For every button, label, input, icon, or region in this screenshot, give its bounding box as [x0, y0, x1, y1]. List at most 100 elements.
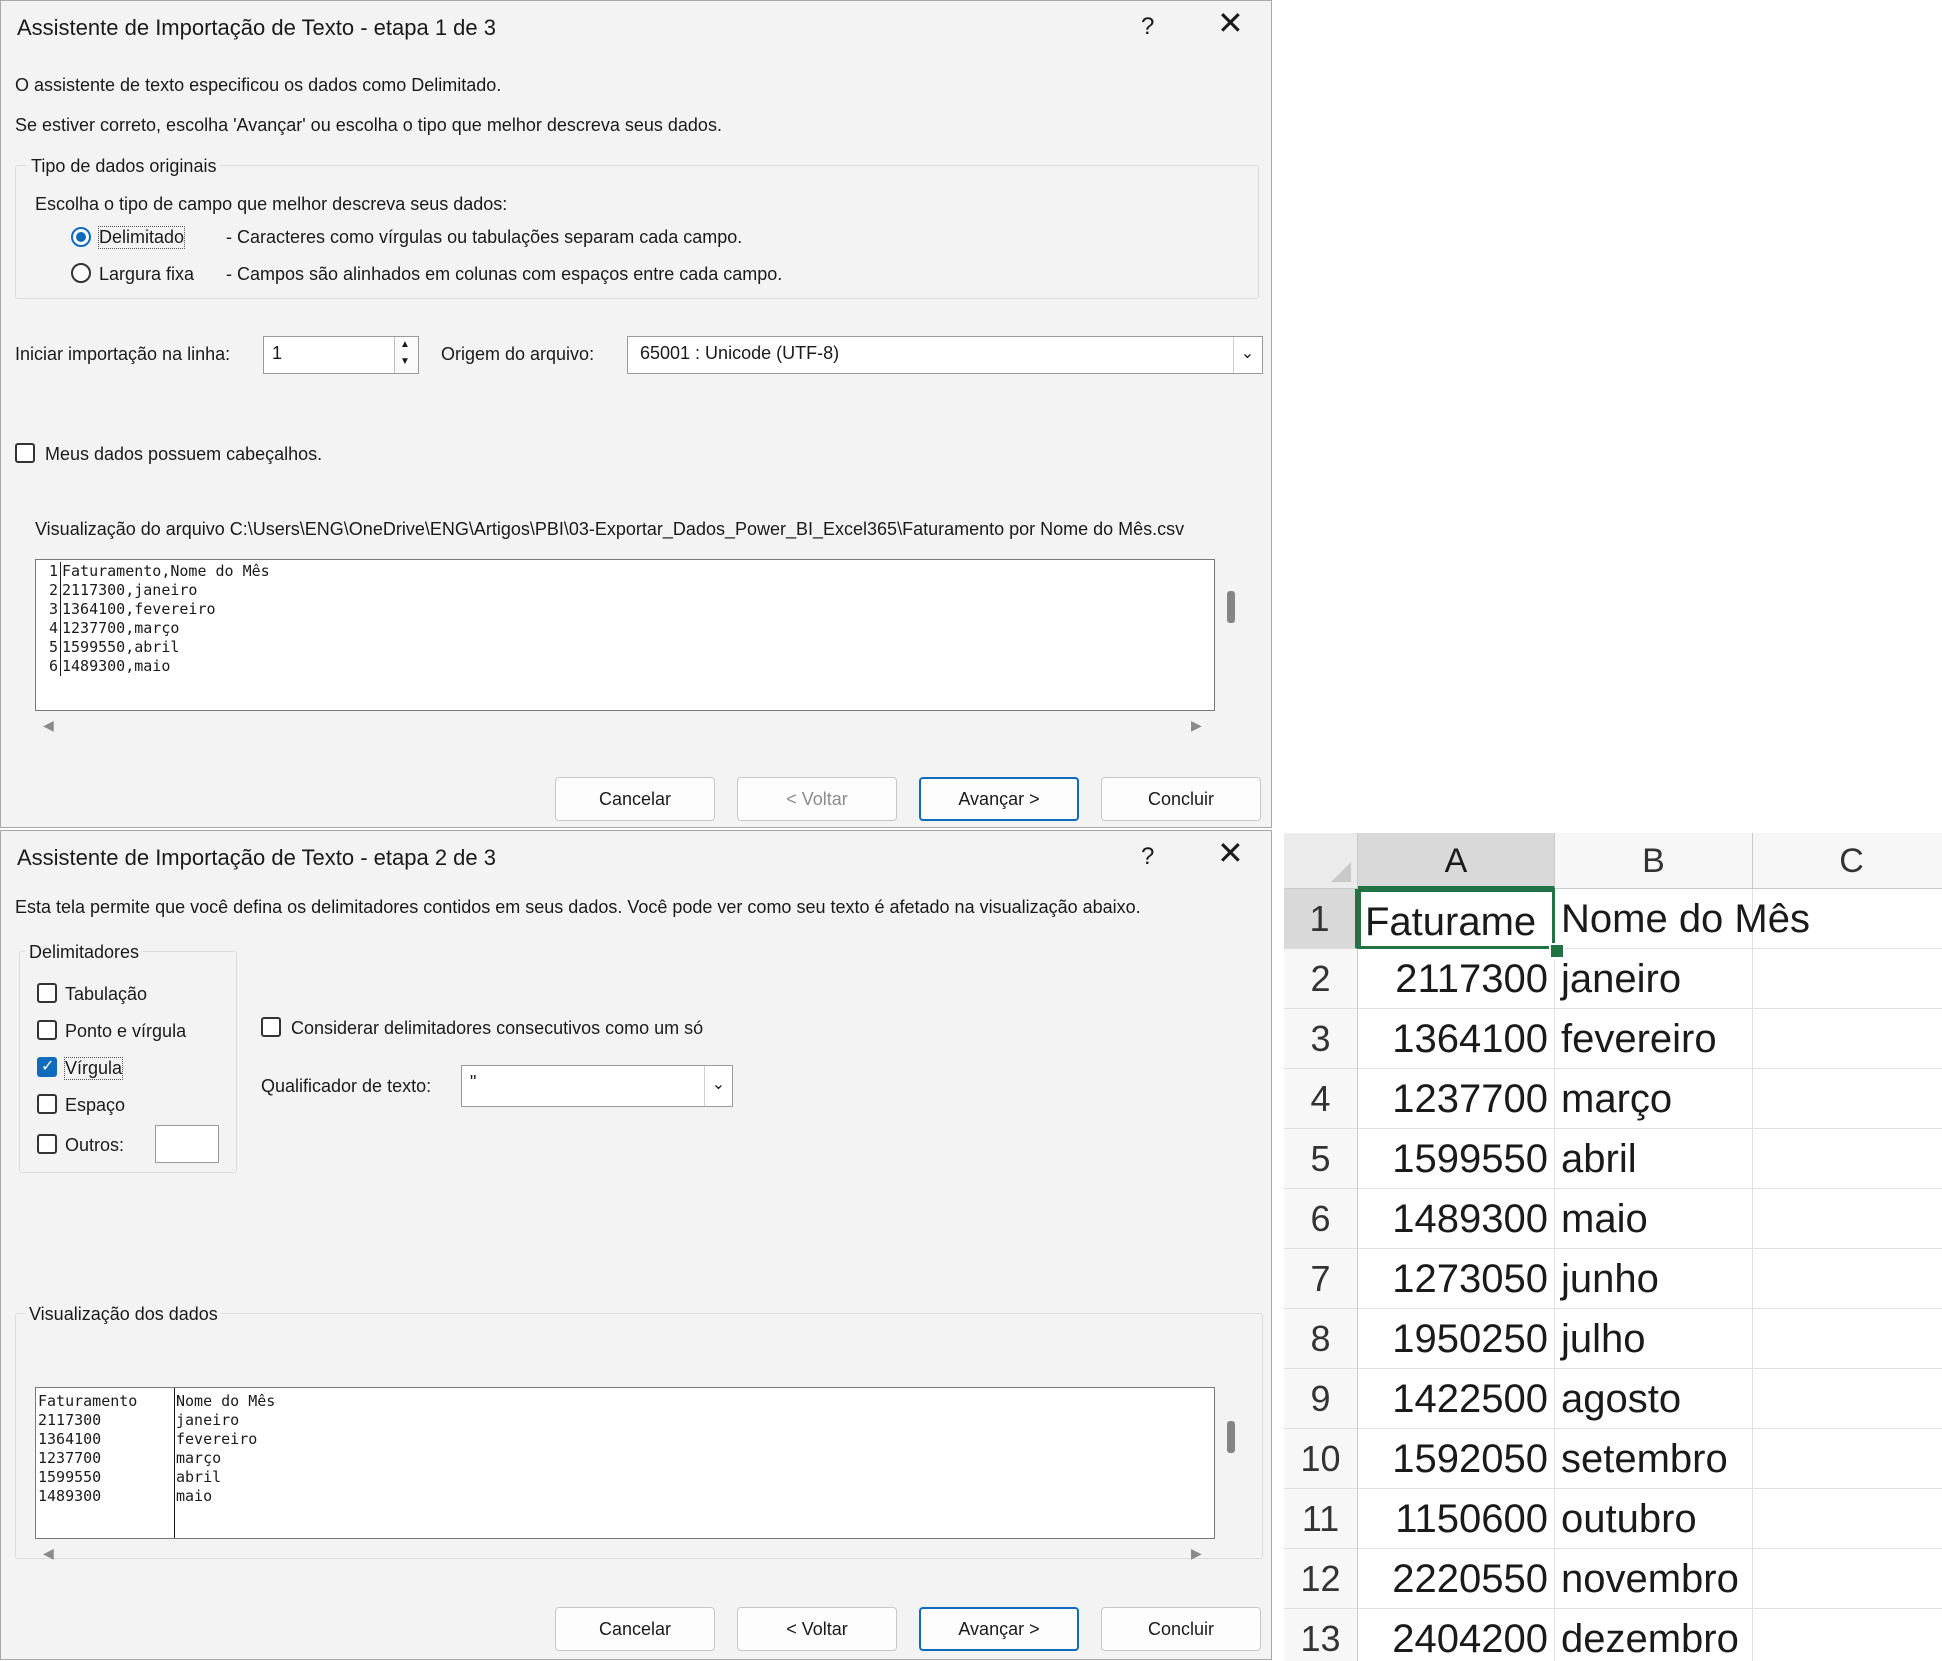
cell-a[interactable]: 1422500 — [1358, 1369, 1555, 1429]
finish-button[interactable]: Concluir — [1101, 777, 1261, 821]
cell-c[interactable] — [1753, 1129, 1942, 1189]
finish-button[interactable]: Concluir — [1101, 1607, 1261, 1651]
cell-b[interactable]: julho — [1555, 1309, 1753, 1369]
delimiter-tab-checkbox[interactable] — [37, 983, 57, 1003]
vertical-scrollbar-thumb[interactable] — [1227, 1421, 1235, 1453]
cell-b[interactable]: outubro — [1555, 1489, 1753, 1549]
cell-a[interactable]: 1364100 — [1358, 1009, 1555, 1069]
cell-a[interactable]: 1489300 — [1358, 1189, 1555, 1249]
delimiter-space-checkbox[interactable] — [37, 1094, 57, 1114]
cell-b[interactable]: abril — [1555, 1129, 1753, 1189]
row-header[interactable]: 11 — [1284, 1489, 1358, 1549]
close-icon[interactable]: ✕ — [1217, 7, 1244, 39]
radio-fixed-width-label[interactable]: Largura fixa — [99, 264, 194, 285]
row-header[interactable]: 8 — [1284, 1309, 1358, 1369]
cell-c[interactable] — [1753, 1429, 1942, 1489]
help-icon[interactable]: ? — [1141, 13, 1154, 41]
cell-a[interactable]: 1273050 — [1358, 1249, 1555, 1309]
data-preview-box[interactable]: Faturamento Nome do Mês 2117300 janeiro 1364… — [35, 1387, 1215, 1539]
cancel-button[interactable]: Cancelar — [555, 1607, 715, 1651]
cell-c[interactable] — [1753, 1609, 1942, 1661]
start-row-stepper[interactable]: ▲ ▼ — [394, 337, 418, 373]
file-origin-select[interactable]: 65001 : Unicode (UTF-8) — [627, 336, 1263, 374]
cell-c[interactable] — [1753, 949, 1942, 1009]
headers-checkbox[interactable] — [15, 443, 35, 463]
cell-c[interactable] — [1753, 1309, 1942, 1369]
cell-b[interactable]: agosto — [1555, 1369, 1753, 1429]
next-button[interactable]: Avançar > — [919, 777, 1079, 821]
consecutive-delimiters-label[interactable]: Considerar delimitadores consecutivos co… — [291, 1018, 703, 1039]
text-qualifier-select[interactable]: " — [461, 1065, 733, 1107]
select-all-corner[interactable] — [1284, 833, 1358, 889]
delimiter-semicolon-label[interactable]: Ponto e vírgula — [65, 1021, 186, 1042]
column-header-a[interactable]: A — [1358, 833, 1555, 889]
cell-a[interactable]: 1599550 — [1358, 1129, 1555, 1189]
back-button[interactable]: < Voltar — [737, 1607, 897, 1651]
cell-a[interactable]: 1950250 — [1358, 1309, 1555, 1369]
cell-a[interactable]: 2117300 — [1358, 949, 1555, 1009]
close-icon[interactable]: ✕ — [1217, 837, 1244, 869]
row-header[interactable]: 9 — [1284, 1369, 1358, 1429]
row-header[interactable]: 6 — [1284, 1189, 1358, 1249]
cell-b[interactable]: fevereiro — [1555, 1009, 1753, 1069]
delimiter-other-checkbox[interactable] — [37, 1134, 57, 1154]
delimiter-other-input[interactable] — [155, 1125, 219, 1163]
back-button[interactable]: < Voltar — [737, 777, 897, 821]
next-button[interactable]: Avançar > — [919, 1607, 1079, 1651]
delimiter-semicolon-checkbox[interactable] — [37, 1020, 57, 1040]
row-header[interactable]: 1 — [1284, 889, 1358, 949]
cell-b[interactable]: Nome do Mês — [1555, 889, 1810, 949]
delimiter-other-label[interactable]: Outros: — [65, 1135, 124, 1156]
help-icon[interactable]: ? — [1141, 843, 1154, 871]
radio-fixed-width[interactable] — [71, 263, 91, 283]
delimiter-tab-label[interactable]: Tabulação — [65, 984, 147, 1005]
cell-b[interactable]: dezembro — [1555, 1609, 1753, 1661]
file-preview-box[interactable]: 1 Faturamento,Nome do Mês 2 2117300,janeiro… — [35, 559, 1215, 711]
column-header-b[interactable]: B — [1555, 833, 1753, 889]
fill-handle[interactable] — [1549, 943, 1565, 959]
scroll-right-icon[interactable]: ▶ — [1191, 717, 1202, 734]
cell-a[interactable]: 1237700 — [1358, 1069, 1555, 1129]
cell-a[interactable]: 2404200 — [1358, 1609, 1555, 1661]
row-header[interactable]: 10 — [1284, 1429, 1358, 1489]
cancel-button[interactable]: Cancelar — [555, 777, 715, 821]
row-header[interactable]: 3 — [1284, 1009, 1358, 1069]
consecutive-delimiters-checkbox[interactable] — [261, 1017, 281, 1037]
cell-c[interactable] — [1753, 1489, 1942, 1549]
cell-c[interactable] — [1753, 1249, 1942, 1309]
cell-c[interactable] — [1753, 1069, 1942, 1129]
radio-delimited-label[interactable]: Delimitado — [97, 226, 186, 249]
cell-b[interactable]: setembro — [1555, 1429, 1753, 1489]
spin-down-icon[interactable]: ▼ — [400, 356, 410, 367]
cell-c[interactable] — [1753, 889, 1942, 949]
delimiter-space-label[interactable]: Espaço — [65, 1095, 125, 1116]
cell-b[interactable]: março — [1555, 1069, 1753, 1129]
scroll-right-icon[interactable]: ▶ — [1191, 1545, 1202, 1562]
cell-c[interactable] — [1753, 1189, 1942, 1249]
cell-a[interactable]: 1592050 — [1358, 1429, 1555, 1489]
delimiter-comma-checkbox[interactable]: ✓ — [37, 1057, 57, 1077]
cell-c[interactable] — [1753, 1369, 1942, 1429]
cell-b[interactable]: junho — [1555, 1249, 1753, 1309]
row-header[interactable]: 12 — [1284, 1549, 1358, 1609]
row-header[interactable]: 13 — [1284, 1609, 1358, 1661]
cell-c[interactable] — [1753, 1549, 1942, 1609]
headers-checkbox-label[interactable]: Meus dados possuem cabeçalhos. — [45, 444, 322, 465]
row-header[interactable]: 7 — [1284, 1249, 1358, 1309]
cell-b[interactable]: novembro — [1555, 1549, 1753, 1609]
chevron-down-icon[interactable]: ⌄ — [704, 1066, 732, 1106]
spin-up-icon[interactable]: ▲ — [400, 339, 410, 350]
column-header-c[interactable]: C — [1753, 833, 1942, 889]
delimiter-comma-label[interactable]: Vírgula — [63, 1057, 124, 1080]
cell-b[interactable]: maio — [1555, 1189, 1753, 1249]
cell-b[interactable]: janeiro — [1555, 949, 1753, 1009]
row-header[interactable]: 4 — [1284, 1069, 1358, 1129]
row-header[interactable]: 5 — [1284, 1129, 1358, 1189]
cell-a[interactable]: 2220550 — [1358, 1549, 1555, 1609]
radio-delimited[interactable] — [71, 227, 91, 247]
chevron-down-icon[interactable]: ⌄ — [1233, 337, 1261, 373]
cell-c[interactable] — [1753, 1009, 1942, 1069]
cell-a[interactable]: Faturame — [1358, 889, 1555, 949]
cell-a[interactable]: 1150600 — [1358, 1489, 1555, 1549]
scroll-left-icon[interactable]: ◀ — [43, 717, 54, 734]
